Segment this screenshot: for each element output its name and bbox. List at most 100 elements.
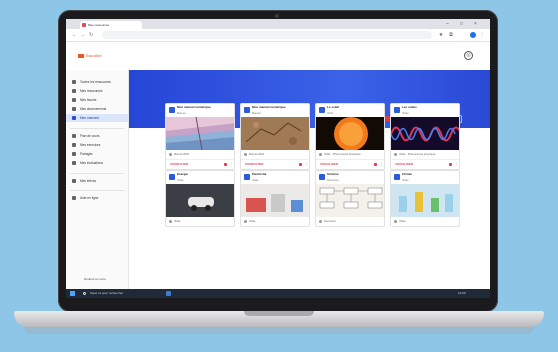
card-subtitle: Document bbox=[327, 179, 339, 182]
card-action-button[interactable]: VISUALISER bbox=[320, 162, 338, 167]
card-meta: Vidéo · Phénomènes physiques bbox=[316, 150, 384, 159]
more-icon[interactable]: ⋮ bbox=[380, 162, 384, 167]
card-title[interactable]: Chimie bbox=[402, 172, 458, 177]
card-meta-text: Vidéo bbox=[249, 220, 256, 223]
card-meta-text: Manuel 2023 bbox=[249, 153, 264, 156]
start-icon[interactable] bbox=[70, 291, 75, 296]
sidebar-item-my-resources[interactable]: Mes ressources bbox=[66, 87, 128, 95]
taskbar-search[interactable]: Taper ici pour rechercher bbox=[80, 290, 160, 297]
sidebar-item-all-resources[interactable]: Toutes les ressources bbox=[66, 78, 128, 86]
card-title[interactable]: Énergie bbox=[177, 172, 233, 177]
card-thumbnail[interactable] bbox=[241, 117, 309, 150]
more-icon[interactable]: ⋮ bbox=[455, 162, 459, 167]
card-title[interactable]: Schéma bbox=[327, 172, 383, 177]
bell-icon bbox=[72, 107, 76, 111]
card-meta: Vidéo · Phénomènes physiques bbox=[391, 150, 459, 159]
publisher-logo-icon bbox=[169, 107, 175, 113]
app-logo-icon[interactable] bbox=[78, 54, 84, 58]
reload-icon[interactable]: ↻ bbox=[89, 32, 93, 38]
type-icon bbox=[319, 220, 322, 223]
sidebar-item-evaluations[interactable]: Mes évaluations bbox=[66, 159, 128, 167]
sidebar-item-label: Partagés bbox=[80, 152, 93, 156]
resource-card[interactable]: Les ondes Vidéo Vidéo · Phénomènes physiqu… bbox=[390, 103, 460, 170]
card-header: Mon manuel numérique Manuel bbox=[166, 104, 234, 117]
card-action-button[interactable]: VISUALISER bbox=[395, 162, 413, 167]
browser-profile-icon[interactable] bbox=[470, 32, 476, 38]
sidebar-item-manuals[interactable]: Mes manuels bbox=[66, 114, 128, 122]
favicon-icon bbox=[82, 23, 86, 27]
browser-tab[interactable]: Mes ressources bbox=[80, 21, 142, 29]
sidebar-item-subscriptions[interactable]: Mes abonnements bbox=[66, 105, 128, 113]
browser-addressbar: ← → ↻ ★ ⧉ ⋮ bbox=[66, 29, 490, 42]
sidebar-item-label: Mes ressources bbox=[80, 89, 103, 93]
minimize-icon[interactable]: – bbox=[446, 21, 449, 27]
card-thumbnail[interactable] bbox=[316, 184, 384, 217]
resource-card[interactable]: Schéma Document Document bbox=[315, 170, 385, 227]
sidebar-item-favorites[interactable]: Mes favoris bbox=[66, 96, 128, 104]
card-meta: Manuel 2023 bbox=[241, 150, 309, 159]
card-title[interactable]: Mon manuel numérique bbox=[177, 105, 233, 110]
type-icon bbox=[394, 153, 397, 156]
card-title[interactable]: Électricité bbox=[252, 172, 308, 177]
app-name: Éducation bbox=[86, 54, 102, 58]
resource-card[interactable]: Électricité Vidéo Vidéo bbox=[240, 170, 310, 227]
card-title[interactable]: Le soleil bbox=[327, 105, 383, 110]
collapse-menu-button[interactable]: Réduire le menu bbox=[84, 276, 106, 282]
sidebar-item-label: Toutes les ressources bbox=[80, 80, 111, 84]
bookmark-icon[interactable] bbox=[374, 163, 377, 166]
sidebar-item-students[interactable]: Mes élèves bbox=[66, 177, 128, 185]
card-thumbnail[interactable] bbox=[391, 117, 459, 150]
maximize-icon[interactable]: □ bbox=[460, 21, 463, 27]
card-title[interactable]: Les ondes bbox=[402, 105, 458, 110]
sidebar-item-course-plan[interactable]: Plan de cours bbox=[66, 132, 128, 140]
card-thumbnail[interactable] bbox=[166, 116, 234, 151]
sidebar-item-help[interactable]: Aide en ligne bbox=[66, 194, 128, 202]
more-icon[interactable]: ⋮ bbox=[230, 162, 234, 167]
back-icon[interactable]: ← bbox=[72, 32, 77, 38]
card-meta: Vidéo bbox=[166, 217, 234, 226]
users-icon bbox=[72, 179, 76, 183]
resource-card[interactable]: Mon manuel numérique Manuel Manuel 2023 CON… bbox=[165, 103, 235, 170]
star-icon[interactable]: ★ bbox=[438, 32, 444, 38]
sidebar-item-shared[interactable]: Partagés bbox=[66, 150, 128, 158]
card-thumbnail[interactable] bbox=[391, 184, 459, 217]
card-footer: VISUALISER ⋮ bbox=[316, 159, 384, 169]
bookmark-icon[interactable] bbox=[224, 163, 227, 166]
close-icon[interactable]: × bbox=[474, 21, 477, 27]
sidebar: Toutes les ressources Mes ressources Mes… bbox=[66, 70, 129, 289]
card-footer: VISUALISER ⋮ bbox=[391, 159, 459, 169]
more-icon[interactable]: ⋮ bbox=[305, 162, 309, 167]
taskbar-app-icon[interactable] bbox=[166, 291, 171, 296]
bookmark-icon[interactable] bbox=[299, 163, 302, 166]
card-subtitle: Vidéo bbox=[402, 179, 409, 182]
sidebar-item-label: Mes manuels bbox=[80, 116, 99, 120]
card-action-button[interactable]: CONSULTER bbox=[170, 162, 188, 167]
menu-icon[interactable]: ⋮ bbox=[479, 32, 485, 38]
card-meta-text: Manuel 2023 bbox=[174, 153, 189, 156]
sidebar-item-label: Mes favoris bbox=[80, 98, 97, 102]
card-thumbnail[interactable] bbox=[166, 184, 234, 217]
resource-card[interactable]: Chimie Vidéo Vidéo bbox=[390, 170, 460, 227]
sidebar-item-exercises[interactable]: Mes exercices bbox=[66, 141, 128, 149]
card-meta: Vidéo bbox=[241, 217, 309, 226]
bookmark-icon[interactable] bbox=[449, 163, 452, 166]
publisher-logo-icon bbox=[244, 174, 250, 180]
card-meta: Document bbox=[316, 217, 384, 226]
url-field[interactable] bbox=[102, 31, 432, 39]
resource-card[interactable]: Énergie Vidéo Vidéo bbox=[165, 170, 235, 227]
taskbar: Taper ici pour rechercher 10:00 bbox=[66, 289, 490, 298]
user-avatar[interactable]: ◎ bbox=[464, 51, 473, 60]
resource-card[interactable]: Mon manuel numérique Manuel Manuel 2023 CON… bbox=[240, 103, 310, 170]
extensions-icon[interactable]: ⧉ bbox=[448, 32, 454, 38]
card-thumbnail[interactable] bbox=[316, 117, 384, 151]
forward-icon[interactable]: → bbox=[80, 32, 85, 38]
card-action-button[interactable]: CONSULTER bbox=[245, 162, 263, 167]
card-header: Les ondes Vidéo bbox=[391, 104, 459, 117]
card-thumbnail[interactable] bbox=[241, 184, 309, 217]
card-header: Électricité Vidéo bbox=[241, 171, 309, 184]
laptop-notch bbox=[244, 311, 314, 316]
publisher-logo-icon bbox=[319, 107, 325, 113]
type-icon bbox=[169, 153, 172, 156]
resource-card[interactable]: Le soleil Vidéo Vidéo · Phénomènes physiqu… bbox=[315, 103, 385, 170]
card-title[interactable]: Mon manuel numérique bbox=[252, 105, 308, 110]
